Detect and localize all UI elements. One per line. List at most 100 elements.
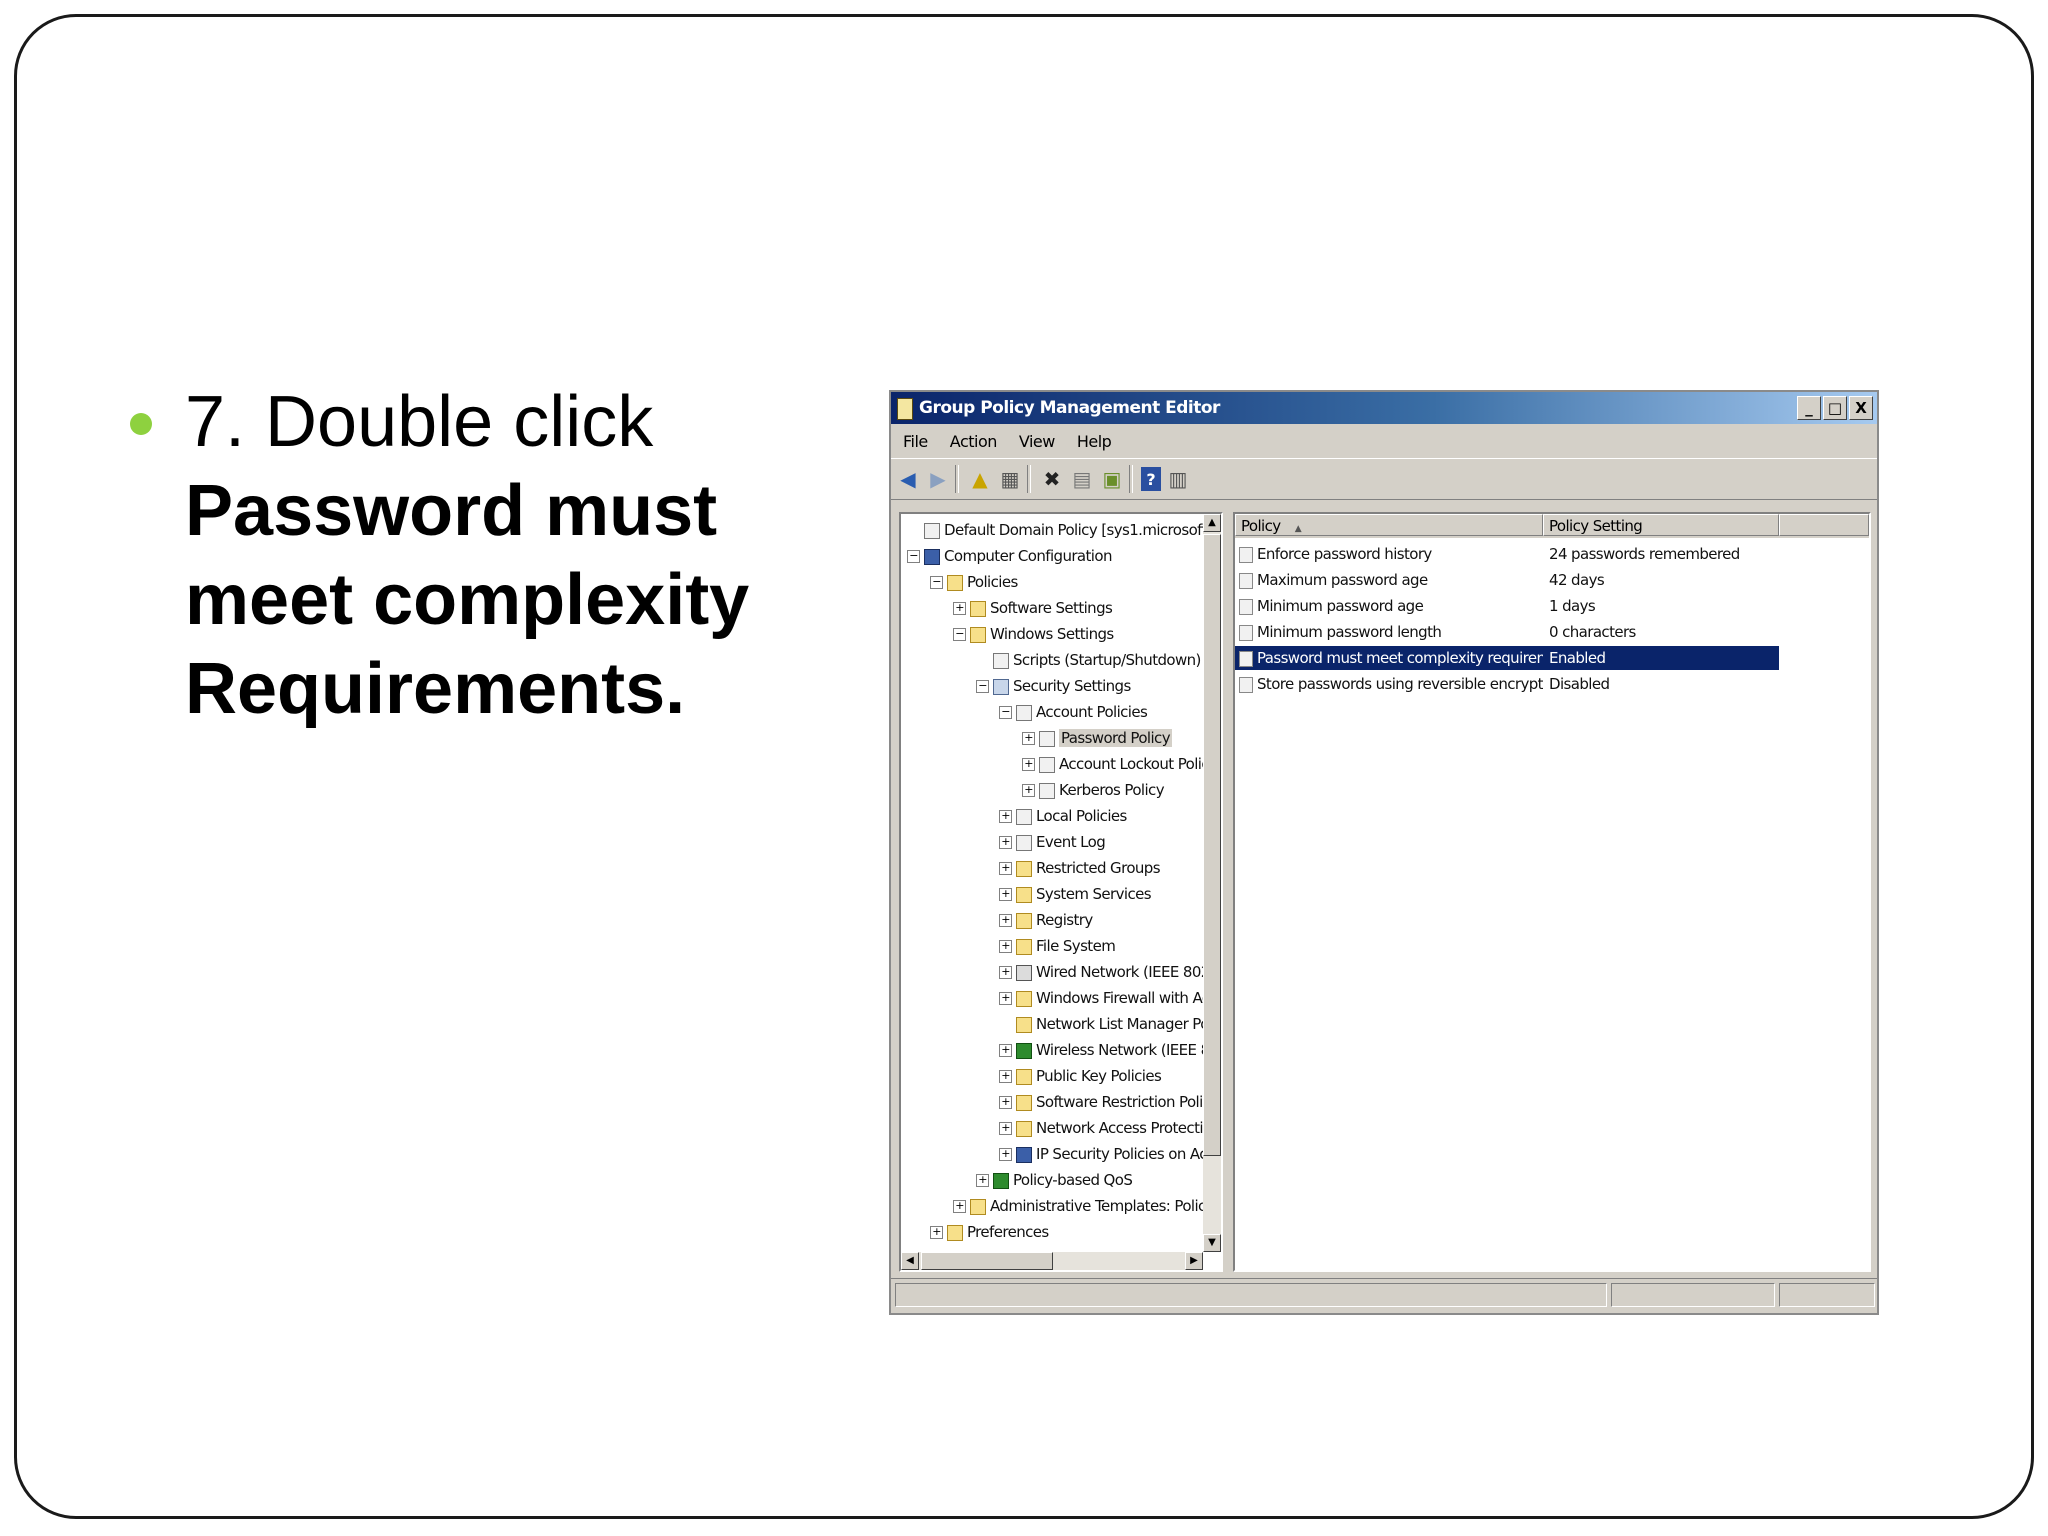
expand-icon[interactable]: + [999, 836, 1012, 849]
expand-icon[interactable]: + [930, 1226, 943, 1239]
policy-row[interactable]: Password must meet complexity requiremen… [1235, 646, 1779, 670]
collapse-icon[interactable]: − [976, 680, 989, 693]
delete-icon[interactable]: ✖ [1039, 466, 1065, 492]
expand-icon[interactable]: + [999, 992, 1012, 1005]
expand-icon[interactable]: + [953, 602, 966, 615]
tree-scroll-thumb[interactable] [1203, 534, 1221, 1156]
help-icon[interactable]: ? [1141, 467, 1161, 491]
pc-icon [924, 548, 940, 565]
folder-icon [970, 1198, 986, 1215]
tree-node-label: Default Domain Policy [sys1.microsoft.co… [944, 521, 1203, 539]
properties-icon[interactable]: ▤ [1069, 466, 1095, 492]
policy-row[interactable]: Enforce password history 24 passwords rem… [1235, 542, 1779, 566]
collapse-icon[interactable]: − [953, 628, 966, 641]
expand-icon[interactable]: + [999, 1044, 1012, 1057]
tree-node[interactable]: − Account Policies [999, 700, 1148, 724]
tree-node[interactable]: + Policy-based QoS [976, 1168, 1133, 1192]
menu-file[interactable]: File [903, 432, 928, 451]
collapse-icon[interactable]: − [907, 550, 920, 563]
forward-arrow-icon[interactable]: ▶ [925, 466, 951, 492]
tree-node[interactable]: + Account Lockout Policy [1022, 752, 1203, 776]
back-arrow-icon[interactable]: ◀ [895, 466, 921, 492]
tree-node[interactable]: + Administrative Templates: Policy de [953, 1194, 1203, 1218]
tree-node[interactable]: + File System [999, 934, 1116, 958]
tree-node[interactable]: + Public Key Policies [999, 1064, 1162, 1088]
console-icon[interactable]: ▥ [1165, 466, 1191, 492]
instruction-bold-line-2: meet complexity [185, 560, 750, 640]
title-bar[interactable]: Group Policy Management Editor _ □ X [891, 392, 1877, 424]
tree-node-label: Wireless Network (IEEE 802 [1036, 1041, 1203, 1059]
tree-node[interactable]: Default Domain Policy [sys1.microsoft.co… [907, 518, 1203, 542]
folder-icon [1016, 886, 1032, 903]
tree-horizontal-scrollbar[interactable]: ◀ ▶ [901, 1252, 1203, 1270]
menu-action[interactable]: Action [950, 432, 998, 451]
policy-setting-value: Disabled [1549, 675, 1610, 693]
policy-row[interactable]: Minimum password age 1 days [1235, 594, 1779, 618]
expand-icon[interactable]: + [999, 1070, 1012, 1083]
tree-node-label: Local Policies [1036, 807, 1127, 825]
tree-node[interactable]: + Software Restriction Policie [999, 1090, 1203, 1114]
up-folder-icon[interactable]: ▲ [967, 466, 993, 492]
tree-node[interactable]: Scripts (Startup/Shutdown) [976, 648, 1201, 672]
scroll-down-icon[interactable]: ▼ [1203, 1234, 1221, 1252]
tree-node[interactable]: + Preferences [930, 1220, 1049, 1244]
doc-icon [1016, 834, 1032, 851]
tree-node[interactable]: + System Services [999, 882, 1152, 906]
collapse-icon[interactable]: − [999, 706, 1012, 719]
tree-node[interactable]: + Kerberos Policy [1022, 778, 1165, 802]
tree-node[interactable]: + Wireless Network (IEEE 802 [999, 1038, 1203, 1062]
policy-setting-value: 42 days [1549, 571, 1605, 589]
expand-icon[interactable]: + [1022, 758, 1035, 771]
tree-node[interactable]: − Computer Configuration [907, 544, 1112, 568]
toolbar-separator [1027, 465, 1031, 493]
expand-icon[interactable]: + [999, 1148, 1012, 1161]
policy-row[interactable]: Maximum password age 42 days [1235, 568, 1779, 592]
expand-icon[interactable]: + [999, 810, 1012, 823]
expand-icon[interactable]: + [1022, 784, 1035, 797]
tree-node[interactable]: + Local Policies [999, 804, 1127, 828]
expand-icon[interactable]: + [999, 940, 1012, 953]
column-header-policy-setting[interactable]: Policy Setting [1543, 514, 1779, 536]
show-hide-tree-icon[interactable]: ▦ [997, 466, 1023, 492]
expand-icon[interactable]: + [999, 1122, 1012, 1135]
tree-node[interactable]: − Security Settings [976, 674, 1131, 698]
policy-setting-value: 24 passwords remembered [1549, 545, 1740, 563]
expand-icon[interactable]: + [1022, 732, 1035, 745]
policy-row[interactable]: Minimum password length 0 characters [1235, 620, 1779, 644]
tree-node[interactable]: + Password Policy [1022, 726, 1172, 750]
menu-view[interactable]: View [1019, 432, 1055, 451]
expand-icon[interactable]: + [999, 862, 1012, 875]
expand-icon[interactable]: + [976, 1174, 989, 1187]
collapse-icon[interactable]: − [930, 576, 943, 589]
policy-row[interactable]: Store passwords using reversible encrypt… [1235, 672, 1779, 696]
tree-node[interactable]: + Restricted Groups [999, 856, 1161, 880]
expand-icon[interactable]: + [999, 966, 1012, 979]
tree-node[interactable]: − Windows Settings [953, 622, 1114, 646]
export-icon[interactable]: ▣ [1099, 466, 1125, 492]
scroll-left-icon[interactable]: ◀ [901, 1252, 919, 1270]
tree-vertical-scrollbar[interactable]: ▲ ▼ [1203, 514, 1221, 1252]
bullet-dot [130, 413, 152, 435]
expand-icon[interactable]: + [999, 888, 1012, 901]
maximize-button[interactable]: □ [1823, 396, 1847, 420]
scroll-up-icon[interactable]: ▲ [1203, 514, 1221, 532]
tree-node[interactable]: + Event Log [999, 830, 1106, 854]
tree-node[interactable]: + Software Settings [953, 596, 1113, 620]
minimize-button[interactable]: _ [1797, 396, 1821, 420]
scroll-right-icon[interactable]: ▶ [1185, 1252, 1203, 1270]
expand-icon[interactable]: + [953, 1200, 966, 1213]
tree-node[interactable]: + Windows Firewall with Adva [999, 986, 1203, 1010]
expand-icon[interactable]: + [999, 1096, 1012, 1109]
tree-node[interactable]: + Network Access Protection [999, 1116, 1203, 1140]
tree-node[interactable]: + Registry [999, 908, 1093, 932]
tree-node[interactable]: + IP Security Policies on Activ [999, 1142, 1203, 1166]
tree-hscroll-thumb[interactable] [921, 1252, 1053, 1270]
tree-node[interactable]: − Policies [930, 570, 1018, 594]
close-button[interactable]: X [1849, 396, 1873, 420]
column-header-policy[interactable]: Policy ▲ [1235, 514, 1543, 536]
tree-node[interactable]: + Wired Network (IEEE 802.3 [999, 960, 1203, 984]
tree-node-label: Public Key Policies [1036, 1067, 1162, 1085]
tree-node[interactable]: Network List Manager Polici [999, 1012, 1203, 1036]
menu-help[interactable]: Help [1077, 432, 1112, 451]
expand-icon[interactable]: + [999, 914, 1012, 927]
